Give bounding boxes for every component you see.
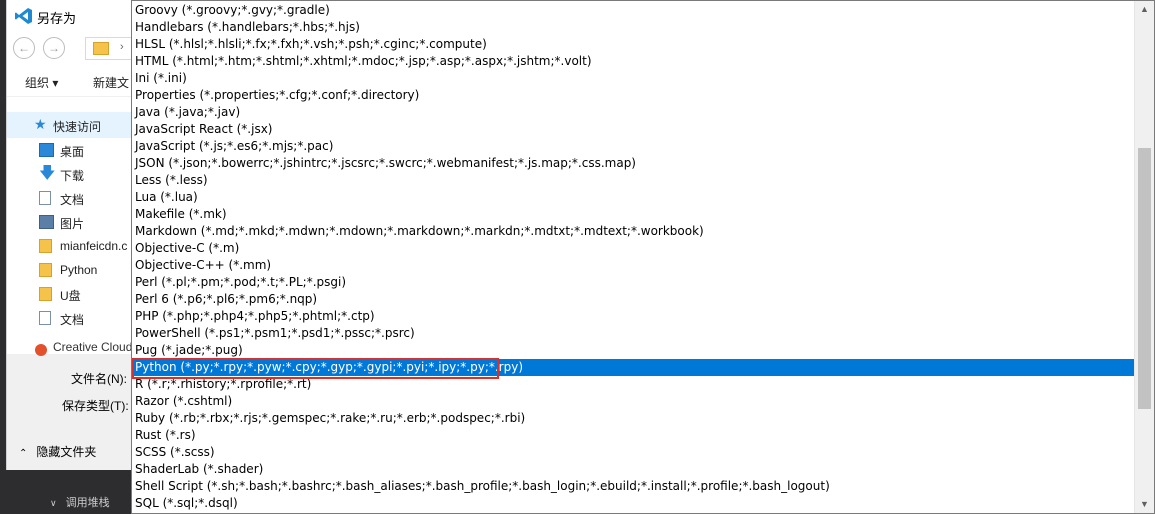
- picture-icon: [39, 215, 54, 229]
- file-type-option-selected[interactable]: Python (*.py;*.rpy;*.pyw;*.cpy;*.gyp;*.g…: [132, 359, 1134, 376]
- organize-button[interactable]: 组织 ▾: [25, 74, 58, 91]
- nav-item-label: 下载: [60, 169, 85, 183]
- scroll-up-button[interactable]: ▲: [1135, 1, 1154, 18]
- file-type-option[interactable]: Objective-C++ (*.mm): [132, 257, 1134, 274]
- desktop-icon: [39, 143, 54, 157]
- nav-item-documents[interactable]: 文档: [7, 186, 147, 210]
- file-type-option[interactable]: Groovy (*.groovy;*.gvy;*.gradle): [132, 2, 1134, 19]
- hide-folders-button[interactable]: ⌃ 隐藏文件夹: [19, 443, 96, 460]
- file-type-option[interactable]: JavaScript (*.js;*.es6;*.mjs;*.pac): [132, 138, 1134, 155]
- nav-item-label: mianfeicdn.c: [60, 239, 128, 253]
- file-type-option[interactable]: Makefile (*.mk): [132, 206, 1134, 223]
- nav-item-quick-access[interactable]: ★ 快速访问: [7, 112, 147, 138]
- file-type-option[interactable]: HTML (*.html;*.htm;*.shtml;*.xhtml;*.mdo…: [132, 53, 1134, 70]
- file-type-option[interactable]: R (*.r;*.rhistory;*.rprofile;*.rt): [132, 376, 1134, 393]
- call-stack-section[interactable]: ∨ 调用堆栈: [50, 494, 110, 510]
- file-type-option[interactable]: Handlebars (*.handlebars;*.hbs;*.hjs): [132, 19, 1134, 36]
- nav-item-label: 桌面: [60, 145, 85, 159]
- dropdown-scrollbar[interactable]: ▲ ▼: [1134, 1, 1154, 513]
- nav-item-python[interactable]: Python: [7, 258, 147, 282]
- chevron-down-icon: ∨: [50, 498, 57, 508]
- back-button[interactable]: ←: [13, 37, 35, 59]
- file-type-option[interactable]: Shell Script (*.sh;*.bash;*.bashrc;*.bas…: [132, 478, 1134, 495]
- hide-folders-label: 隐藏文件夹: [36, 445, 97, 459]
- file-type-option[interactable]: Properties (*.properties;*.cfg;*.conf;*.…: [132, 87, 1134, 104]
- arrow-left-icon: ←: [18, 41, 30, 55]
- file-type-option[interactable]: HLSL (*.hlsl;*.hlsli;*.fx;*.fxh;*.vsh;*.…: [132, 36, 1134, 53]
- file-type-option[interactable]: Markdown (*.md;*.mkd;*.mdwn;*.mdown;*.ma…: [132, 223, 1134, 240]
- file-type-option[interactable]: SQL (*.sql;*.dsql): [132, 495, 1134, 512]
- scroll-down-button[interactable]: ▼: [1135, 496, 1154, 513]
- file-type-dropdown-list[interactable]: Groovy (*.groovy;*.gvy;*.gradle) Handleba…: [131, 0, 1155, 514]
- file-type-option[interactable]: Pug (*.jade;*.pug): [132, 342, 1134, 359]
- screen: 另存为 ← → › 组织 ▾ 新建文 ★ 快速访问 桌面 🡇 下载 文档 图片 …: [0, 0, 1155, 514]
- document-icon: [39, 311, 51, 325]
- nav-item-label: 文档: [60, 193, 85, 207]
- forward-button[interactable]: →: [43, 37, 65, 59]
- file-type-option[interactable]: ShaderLab (*.shader): [132, 461, 1134, 478]
- folder-icon: [39, 263, 52, 277]
- dialog-titlebar: 另存为: [7, 0, 147, 32]
- folder-icon: [39, 287, 52, 301]
- nav-item-label: Python: [60, 263, 98, 277]
- call-stack-label: 调用堆栈: [65, 497, 110, 509]
- document-icon: [39, 191, 51, 205]
- file-type-option[interactable]: Perl 6 (*.p6;*.pl6;*.pm6;*.nqp): [132, 291, 1134, 308]
- nav-item-mianfeicdn[interactable]: mianfeicdn.c: [7, 234, 147, 258]
- nav-item-creative-cloud[interactable]: Creative Cloud: [53, 340, 132, 354]
- file-type-option[interactable]: SCSS (*.scss): [132, 444, 1134, 461]
- nav-item-documents-2[interactable]: 文档: [7, 306, 147, 330]
- nav-item-label: 快速访问: [53, 120, 102, 134]
- filename-label: 文件名(N):: [71, 372, 127, 386]
- creative-cloud-icon: [35, 344, 47, 356]
- nav-item-label: U盘: [60, 289, 81, 303]
- file-type-option[interactable]: Ini (*.ini): [132, 70, 1134, 87]
- file-type-option[interactable]: Less (*.less): [132, 172, 1134, 189]
- new-folder-button[interactable]: 新建文: [93, 74, 129, 91]
- filetype-label: 保存类型(T):: [62, 399, 129, 413]
- navigation-row: ← → ›: [7, 34, 147, 62]
- star-icon: ★: [34, 116, 47, 132]
- folder-icon: [39, 239, 52, 253]
- triangle-up-icon: ▲: [1140, 4, 1149, 14]
- file-type-option[interactable]: Objective-C (*.m): [132, 240, 1134, 257]
- vscode-logo-icon: [15, 8, 32, 24]
- file-type-option[interactable]: JSON (*.json;*.bowerrc;*.jshintrc;*.jscs…: [132, 155, 1134, 172]
- nav-item-downloads[interactable]: 🡇 下载: [7, 162, 147, 186]
- download-arrow-icon: 🡇: [39, 165, 56, 182]
- dialog-lower-pane: Creative Cloud 文件名(N): 保存类型(T): ⌃ 隐藏文件夹: [7, 340, 147, 470]
- file-type-option[interactable]: Java (*.java;*.jav): [132, 104, 1134, 121]
- file-type-option[interactable]: JavaScript React (*.jsx): [132, 121, 1134, 138]
- file-type-option[interactable]: Ruby (*.rb;*.rbx;*.rjs;*.gemspec;*.rake;…: [132, 410, 1134, 427]
- file-type-option[interactable]: Rust (*.rs): [132, 427, 1134, 444]
- scroll-thumb[interactable]: [1138, 148, 1151, 409]
- file-type-option[interactable]: PowerShell (*.ps1;*.psm1;*.psd1;*.pssc;*…: [132, 325, 1134, 342]
- editor-panel: ∨ 调用堆栈: [0, 474, 140, 514]
- chevron-up-icon: ⌃: [19, 448, 28, 459]
- file-type-option[interactable]: PHP (*.php;*.php4;*.php5;*.phtml;*.ctp): [132, 308, 1134, 325]
- chevron-right-icon: ›: [120, 41, 124, 53]
- nav-item-label: 文档: [60, 313, 85, 327]
- nav-item-label: 图片: [60, 217, 85, 231]
- arrow-right-icon: →: [48, 41, 60, 55]
- nav-item-desktop[interactable]: 桌面: [7, 138, 147, 162]
- dialog-title: 另存为: [37, 11, 77, 26]
- folder-icon: [93, 42, 109, 55]
- file-type-option[interactable]: Razor (*.cshtml): [132, 393, 1134, 410]
- nav-item-pictures[interactable]: 图片: [7, 210, 147, 234]
- file-type-option[interactable]: Perl (*.pl;*.pm;*.pod;*.t;*.PL;*.psgi): [132, 274, 1134, 291]
- file-type-option[interactable]: Lua (*.lua): [132, 189, 1134, 206]
- save-as-dialog: 另存为 ← → › 组织 ▾ 新建文 ★ 快速访问 桌面 🡇 下载 文档 图片 …: [6, 0, 147, 470]
- nav-item-u-drive[interactable]: U盘: [7, 282, 147, 306]
- navigation-pane: ★ 快速访问 桌面 🡇 下载 文档 图片 mianfeicdn.c Python…: [7, 112, 147, 357]
- dialog-toolbar: 组织 ▾ 新建文: [7, 66, 147, 97]
- triangle-down-icon: ▼: [1140, 499, 1149, 509]
